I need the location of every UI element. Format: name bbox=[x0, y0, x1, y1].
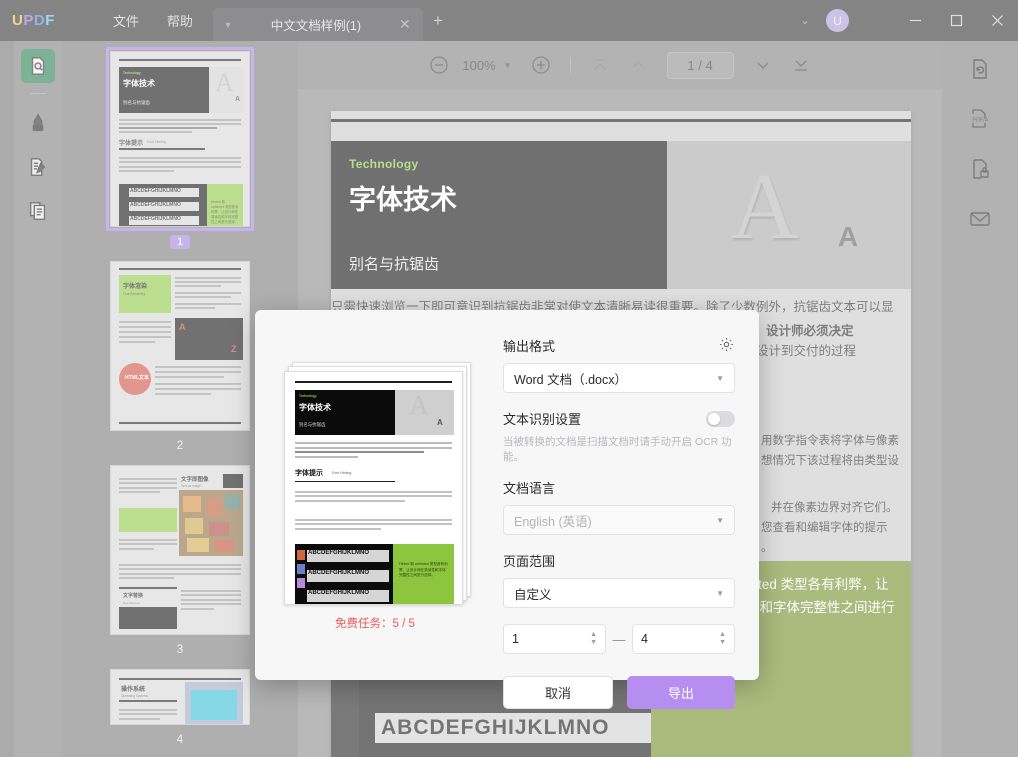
preview-page-front: Technology 字体技术 别名与抗锯齿 A A 字体提示 Font Hin… bbox=[284, 371, 463, 605]
cancel-button[interactable]: 取消 bbox=[503, 676, 613, 709]
output-format-label: 输出格式 bbox=[503, 339, 556, 354]
range-to-value: 4 bbox=[641, 632, 648, 646]
ocr-label: 文本识别设置 bbox=[503, 412, 582, 427]
range-separator: — bbox=[612, 631, 626, 647]
export-button[interactable]: 导出 bbox=[627, 676, 735, 709]
dialog-form: 输出格式 Word 文档（.docx） ▼ 文本识别设置 当被转换的文档是扫描文… bbox=[495, 310, 759, 709]
range-from-input[interactable]: 1 ▲ ▼ bbox=[503, 624, 606, 654]
stepper-arrows[interactable]: ▲ ▼ bbox=[590, 631, 597, 646]
toggle-knob bbox=[708, 412, 720, 425]
language-label: 文档语言 bbox=[503, 481, 556, 496]
chevron-down-icon[interactable]: ▼ bbox=[716, 374, 724, 383]
preview-stack: Technology 字体技术 别名与抗锯齿 A A 字体提示 Font Hin… bbox=[284, 362, 471, 605]
output-format-select[interactable]: Word 文档（.docx） ▼ bbox=[503, 363, 735, 393]
caret-up-icon[interactable]: ▲ bbox=[590, 631, 597, 638]
page-range-select[interactable]: 自定义 ▼ bbox=[503, 578, 735, 608]
page-range-inputs: 1 ▲ ▼ — 4 ▲ ▼ bbox=[503, 624, 735, 654]
dialog-preview-area: Technology 字体技术 别名与抗锯齿 A A 字体提示 Font Hin… bbox=[255, 310, 495, 680]
chevron-down-icon[interactable]: ▼ bbox=[716, 516, 724, 525]
stepper-arrows[interactable]: ▲ ▼ bbox=[719, 631, 726, 646]
output-format-value: Word 文档（.docx） bbox=[514, 372, 627, 387]
updf-window: UPDF 文件 帮助 ▼ 中文文档样例(1) ✕ + ⌄ U Technolog… bbox=[0, 0, 1018, 757]
caret-down-icon[interactable]: ▼ bbox=[719, 639, 726, 646]
range-from-value: 1 bbox=[512, 632, 519, 646]
chevron-down-icon[interactable]: ▼ bbox=[716, 589, 724, 598]
caret-up-icon[interactable]: ▲ bbox=[719, 631, 726, 638]
ocr-setting-row: 文本识别设置 bbox=[503, 409, 735, 428]
export-dialog: Technology 字体技术 别名与抗锯齿 A A 字体提示 Font Hin… bbox=[255, 310, 759, 709]
caret-down-icon[interactable]: ▼ bbox=[590, 639, 597, 646]
range-to-input[interactable]: 4 ▲ ▼ bbox=[632, 624, 735, 654]
language-select[interactable]: English (英语) ▼ bbox=[503, 505, 735, 535]
ocr-hint: 当被转换的文档是扫描文档时请手动开启 OCR 功能。 bbox=[503, 436, 732, 463]
page-range-label: 页面范围 bbox=[503, 554, 556, 569]
language-value: English (英语) bbox=[514, 514, 592, 529]
free-task-status: 免费任务：5 / 5 bbox=[335, 618, 415, 630]
ocr-toggle[interactable] bbox=[706, 410, 735, 427]
page-range-value: 自定义 bbox=[514, 587, 552, 602]
gear-icon[interactable] bbox=[718, 336, 735, 358]
dialog-actions: 取消 导出 bbox=[503, 676, 735, 709]
